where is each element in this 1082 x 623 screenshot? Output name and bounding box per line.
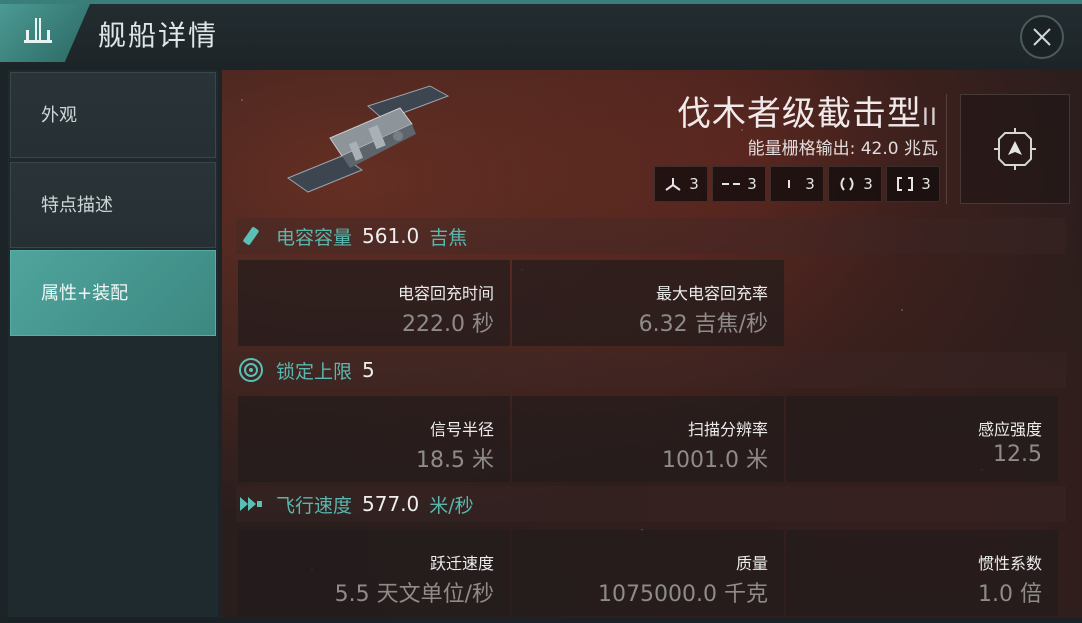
stat-value: 222.0 秒 <box>402 312 494 337</box>
capacitor-unit: 吉焦 <box>429 226 468 249</box>
stat-name: 跃迁速度 <box>429 554 494 573</box>
sidebar-item-appearance[interactable]: 外观 <box>10 72 216 158</box>
sidebar-item-traits[interactable]: 特点描述 <box>10 162 216 248</box>
velocity-icon <box>236 495 266 513</box>
stat-cell: 惯性系数 1.0 倍 <box>786 530 1058 616</box>
speed-stats: 跃迁速度 5.5 天文单位/秒 质量 1075000.0 千克 惯性系数 1.0… <box>238 530 1058 616</box>
ship-class-icon <box>24 18 52 43</box>
target-lock-icon <box>236 357 266 383</box>
targeting-value: 5 <box>362 358 375 382</box>
stat-value: 5.5 天文单位/秒 <box>334 582 494 607</box>
header-badge <box>0 4 90 62</box>
capacitor-section-header: 电容容量 561.0 吉焦 <box>236 218 1066 254</box>
rig-slot[interactable]: 3 <box>828 166 882 202</box>
speed-section-header: 飞行速度 577.0 米/秒 <box>236 486 1066 522</box>
sidebar-item-label: 属性+装配 <box>41 283 129 304</box>
ship-name-text: 伐木者级截击型 <box>676 94 922 134</box>
rig-slot-icon <box>840 177 854 191</box>
fitting-button[interactable] <box>960 94 1070 204</box>
targeting-label: 锁定上限 <box>276 360 353 383</box>
ship-name: 伐木者级截击型II <box>677 86 938 135</box>
powergrid-label: 能量栅格输出: <box>747 139 856 159</box>
stat-value: 12.5 <box>993 442 1042 467</box>
slot-count: 3 <box>805 175 815 193</box>
sidebar-item-label: 特点描述 <box>41 195 113 216</box>
stat-name: 最大电容回充率 <box>655 284 768 303</box>
low-slot[interactable]: 3 <box>770 166 824 202</box>
stat-cell: 电容回充时间 222.0 秒 <box>238 260 510 346</box>
slot-count: 3 <box>689 175 699 193</box>
window-header: 舰船详情 <box>0 4 1082 64</box>
fitting-target-icon <box>994 128 1036 170</box>
stat-cell: 信号半径 18.5 米 <box>238 396 510 482</box>
powergrid-unit: 兆瓦 <box>904 139 938 159</box>
speed-label: 飞行速度 <box>276 494 353 517</box>
ship-render <box>286 85 450 193</box>
sidebar-item-label: 外观 <box>41 105 77 126</box>
high-slot-icon <box>665 178 681 191</box>
ship-rank: II <box>921 103 938 131</box>
mid-slot-icon <box>722 183 741 185</box>
high-slot[interactable]: 3 <box>654 166 708 202</box>
capacitor-label: 电容容量 <box>276 226 353 249</box>
stat-cell: 跃迁速度 5.5 天文单位/秒 <box>238 530 510 616</box>
stat-value: 18.5 米 <box>416 448 494 473</box>
powergrid-value: 42.0 <box>860 139 899 159</box>
low-slot-icon <box>788 180 791 188</box>
stat-value: 1.0 倍 <box>978 582 1042 607</box>
bottom-strip <box>0 617 1082 623</box>
slot-count: 3 <box>863 175 873 193</box>
stat-name: 质量 <box>735 554 768 573</box>
drone-slot[interactable]: 3 <box>886 166 940 202</box>
capacitor-stats: 电容回充时间 222.0 秒 最大电容回充率 6.32 吉焦/秒 <box>238 260 784 346</box>
sidebar: 外观 特点描述 属性+装配 <box>8 70 218 617</box>
capacitor-icon <box>236 225 266 247</box>
speed-value: 577.0 <box>362 492 420 516</box>
stat-cell: 感应强度 12.5 <box>786 396 1058 482</box>
page-title: 舰船详情 <box>98 19 219 52</box>
stat-cell: 质量 1075000.0 千克 <box>512 530 784 616</box>
sidebar-item-attributes-fitting[interactable]: 属性+装配 <box>10 250 216 336</box>
stat-name: 感应强度 <box>977 420 1042 439</box>
stat-cell: 扫描分辨率 1001.0 米 <box>512 396 784 482</box>
stat-name: 信号半径 <box>429 420 494 439</box>
drone-slot-icon <box>897 177 914 191</box>
stat-name: 电容回充时间 <box>397 284 494 303</box>
stat-value: 1075000.0 千克 <box>598 582 768 607</box>
stat-value: 6.32 吉焦/秒 <box>638 312 768 337</box>
mid-slot[interactable]: 3 <box>712 166 766 202</box>
stat-name: 惯性系数 <box>977 554 1042 573</box>
ship-detail-panel: 伐木者级截击型II 能量栅格输出: 42.0 兆瓦 3 3 3 3 3 电容容量… <box>222 70 1082 617</box>
slot-count: 3 <box>921 175 931 193</box>
stat-cell: 最大电容回充率 6.32 吉焦/秒 <box>512 260 784 346</box>
speed-unit: 米/秒 <box>429 494 474 517</box>
targeting-stats: 信号半径 18.5 米 扫描分辨率 1001.0 米 感应强度 12.5 <box>238 396 1058 482</box>
slot-summary: 3 3 3 3 3 <box>654 166 940 202</box>
close-button[interactable] <box>1020 15 1064 59</box>
slot-count: 3 <box>747 175 757 193</box>
targeting-section-header: 锁定上限 5 <box>236 352 1066 388</box>
stat-value: 1001.0 米 <box>662 448 768 473</box>
stat-name: 扫描分辨率 <box>687 420 768 439</box>
close-icon <box>1033 28 1051 46</box>
capacitor-value: 561.0 <box>362 224 420 248</box>
divider <box>946 94 947 204</box>
powergrid-output: 能量栅格输出: 42.0 兆瓦 <box>748 134 938 159</box>
